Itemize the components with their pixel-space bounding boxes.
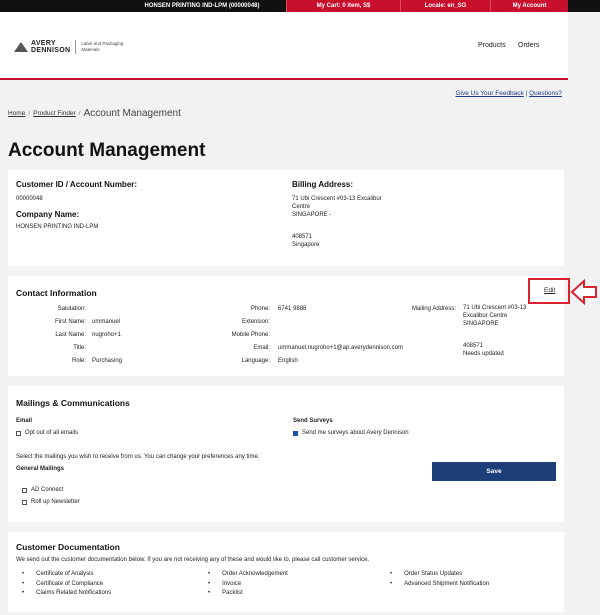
save-button[interactable]: Save <box>432 462 556 481</box>
breadcrumb-separator: / <box>78 110 81 117</box>
account-selector[interactable]: HONSEN PRINTING IND-LPM (00000048) <box>118 0 286 12</box>
nav-orders[interactable]: Orders <box>518 42 539 49</box>
logo-triangle-icon <box>14 42 28 52</box>
send-surveys-checkbox[interactable]: Send me surveys about Avery Dennison <box>293 430 409 436</box>
role-value: Purchasing <box>92 358 123 364</box>
logo-tagline: Label and Packaging Materials <box>81 41 124 52</box>
customer-id-label: Customer ID / Account Number: <box>16 180 138 189</box>
first-name-label: First Name: <box>54 319 86 325</box>
mailings-title: Mailings & Communications <box>16 398 130 408</box>
company-value: HONSEN PRINTING IND-LPM <box>16 224 99 230</box>
title-label: Title: <box>73 345 86 351</box>
last-name-label: Last Name: <box>55 332 86 338</box>
general-mailings-label: General Mailings <box>16 466 65 472</box>
mailing-line3: SINGAPORE <box>463 321 499 327</box>
site-header: AVERY DENNISON Label and Packaging Mater… <box>0 12 568 80</box>
mailings-instruction: Select the mailings you wish to receive … <box>16 454 260 460</box>
roll-up-label: Roll up Newsletter <box>31 499 80 505</box>
breadcrumb-product-finder[interactable]: Product Finder <box>33 110 76 117</box>
contact-card: Contact Information Salutation: First Na… <box>8 276 564 376</box>
breadcrumb: Home / Product Finder / Account Manageme… <box>8 108 181 119</box>
extension-label: Extension: <box>241 319 270 325</box>
top-bar: HONSEN PRINTING IND-LPM (00000048) My Ca… <box>0 0 600 12</box>
logo-brand-name: AVERY DENNISON <box>31 40 70 54</box>
breadcrumb-current: Account Management <box>83 108 181 119</box>
billing-line3: SINGAPORE - <box>292 212 332 218</box>
billing-label: Billing Address: <box>292 180 354 189</box>
send-surveys-label: Send me surveys about Avery Dennison <box>302 430 409 436</box>
documentation-card: Customer Documentation We send out the c… <box>8 532 564 612</box>
language-label: Language: <box>241 358 270 364</box>
language-value: English <box>278 358 298 364</box>
account-card: Customer ID / Account Number: 00000048 C… <box>8 170 564 266</box>
cart-link[interactable]: My Cart: 0 item, S$ <box>286 0 400 12</box>
ad-connect-label: AD Connect <box>31 487 64 493</box>
mailing-note: Needs updated <box>463 351 504 357</box>
documentation-list-col3: Order Status Updates Advanced Shipment N… <box>390 570 489 589</box>
email-value: ummanuel.nugroho+1@ap.averydennison.com <box>278 345 404 351</box>
opt-out-checkbox[interactable]: Opt out of all emails <box>16 430 78 436</box>
first-name-value: ummanuel <box>92 319 121 325</box>
locale-selector[interactable]: Locale: en_SG <box>400 0 490 12</box>
logo-brand-line1: AVERY <box>31 40 56 47</box>
documentation-list-col2: Order Acknowledgement Invoice Packlist <box>208 570 288 599</box>
company-label: Company Name: <box>16 210 80 219</box>
avery-dennison-logo[interactable]: AVERY DENNISON Label and Packaging Mater… <box>14 40 127 54</box>
salutation-label: Salutation: <box>57 306 86 312</box>
breadcrumb-home[interactable]: Home <box>8 110 25 117</box>
mailing-line2: Excalibur Centre <box>463 313 508 319</box>
customer-id-value: 00000048 <box>16 196 43 202</box>
my-account-link[interactable]: My Account <box>490 0 568 12</box>
list-item: Advanced Shipment Notification <box>390 580 489 590</box>
list-item: Claims Related Notifications <box>22 589 111 599</box>
send-surveys-checkbox-box[interactable] <box>293 430 298 436</box>
documentation-list-col1: Certificate of Analysis Certificate of C… <box>22 570 111 599</box>
role-label: Role: <box>71 358 86 364</box>
list-item: Packlist <box>208 589 288 599</box>
logo-divider <box>75 40 77 54</box>
billing-line1: 71 Ubi Crescent #03-13 Excalibur <box>292 196 382 202</box>
ad-connect-checkbox-box[interactable] <box>22 487 27 493</box>
page-title: Account Management <box>8 140 206 161</box>
documentation-title: Customer Documentation <box>16 542 120 552</box>
list-item: Certificate of Compliance <box>22 580 111 590</box>
feedback-link[interactable]: Give Us Your Feedback <box>456 90 524 97</box>
mailings-card: Mailings & Communications Email Opt out … <box>8 386 564 522</box>
phone-label: Phone: <box>250 306 270 312</box>
email-label: Email: <box>253 345 270 351</box>
list-item: Invoice <box>208 580 288 590</box>
ad-connect-checkbox[interactable]: AD Connect <box>22 487 63 493</box>
billing-country: Singapore <box>292 242 320 248</box>
email-section-label: Email <box>16 418 33 424</box>
documentation-intro: We send out the customer documentation b… <box>16 557 370 563</box>
feedback-links: Give Us Your Feedback | Questions? <box>456 90 563 97</box>
billing-line2: Centre <box>292 204 311 210</box>
questions-link[interactable]: Questions? <box>529 90 562 97</box>
list-item: Order Status Updates <box>390 570 489 580</box>
list-item: Order Acknowledgement <box>208 570 288 580</box>
mailing-postal: 408571 <box>463 343 484 349</box>
logo-brand-line2: DENNISON <box>31 47 71 54</box>
nav-products[interactable]: Products <box>478 42 506 49</box>
mailing-line1: 71 Ubi Crescent #03-13 <box>463 305 527 311</box>
opt-out-label: Opt out of all emails <box>25 430 79 436</box>
roll-up-checkbox[interactable]: Roll up Newsletter <box>22 499 80 505</box>
breadcrumb-separator: / <box>28 110 31 117</box>
surveys-section-label: Send Surveys <box>293 418 333 424</box>
contact-title: Contact Information <box>16 288 97 298</box>
opt-out-checkbox-box[interactable] <box>16 430 21 436</box>
phone-value: 6741 9888 <box>278 306 307 312</box>
edit-contact-link[interactable]: Edit <box>544 287 555 294</box>
mailing-address-label: Mailing Address: <box>411 306 456 312</box>
roll-up-checkbox-box[interactable] <box>22 499 27 505</box>
last-name-value: nugroho+1 <box>92 332 121 338</box>
list-item: Certificate of Analysis <box>22 570 111 580</box>
pointer-arrow-icon <box>570 279 597 305</box>
mobile-label: Mobile Phone: <box>231 332 270 338</box>
billing-postal: 408571 <box>292 234 313 240</box>
